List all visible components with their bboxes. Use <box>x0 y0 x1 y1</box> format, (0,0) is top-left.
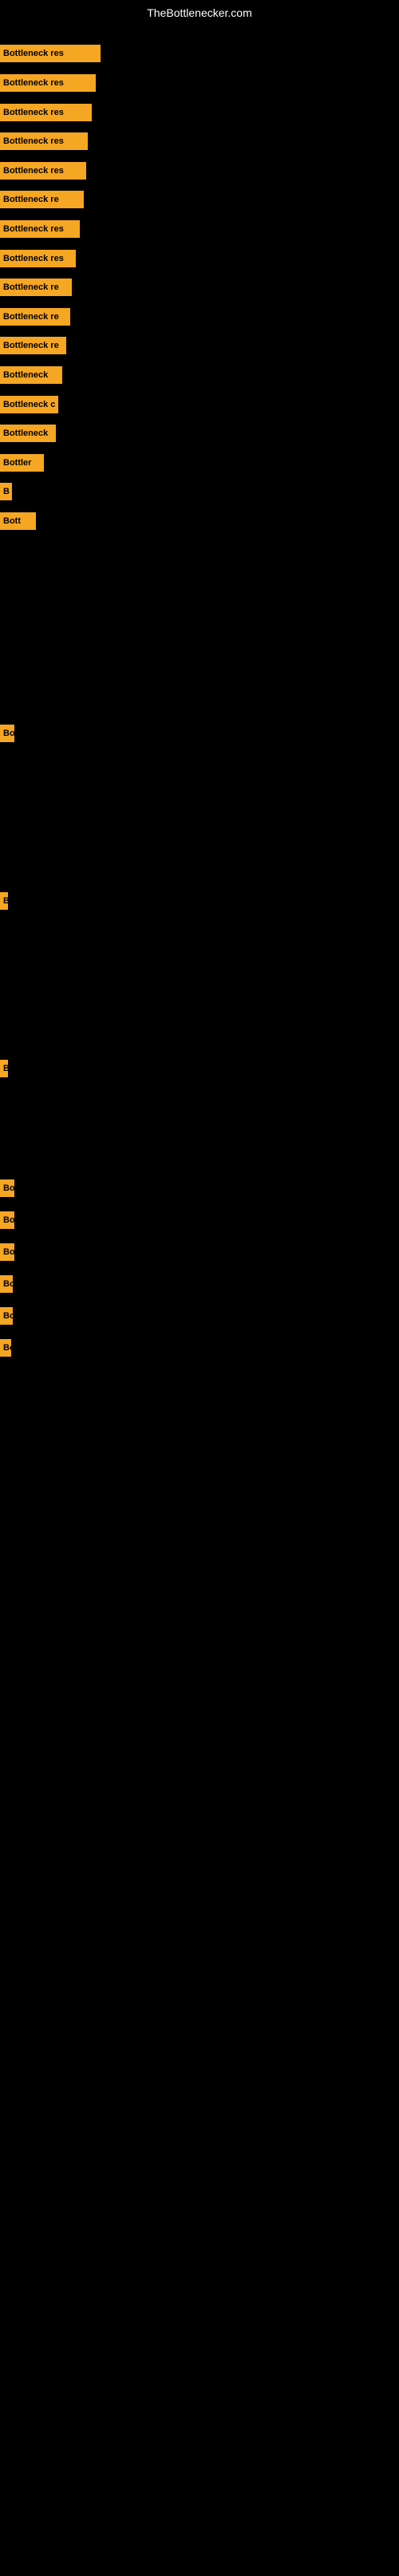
bar-item: Bottler <box>0 454 44 472</box>
bar-item: Bo <box>0 725 14 742</box>
bar-item: Bottleneck res <box>0 45 101 62</box>
bar-item: Bo <box>0 1243 14 1261</box>
bar-item: Bottleneck res <box>0 220 80 238</box>
bar-item: Bott <box>0 512 36 530</box>
bar-item: Bottleneck re <box>0 308 70 326</box>
site-title: TheBottlenecker.com <box>0 0 399 22</box>
bar-item: B <box>0 892 8 910</box>
bar-item: Bott <box>0 1307 13 1325</box>
bar-item: Bo <box>0 1211 14 1229</box>
bar-item: B <box>0 483 12 500</box>
bar-item: Bottleneck <box>0 366 62 384</box>
bar-item: Bottleneck re <box>0 279 72 296</box>
bar-item: Bottleneck c <box>0 396 58 413</box>
bar-item: Bo <box>0 1339 11 1357</box>
bar-item: Bottleneck res <box>0 250 76 267</box>
bar-item: Bottleneck re <box>0 191 84 208</box>
bar-item: Bottleneck res <box>0 104 92 121</box>
bar-item: B <box>0 1060 8 1077</box>
bar-item: Bottleneck <box>0 425 56 442</box>
bar-item: Bott <box>0 1275 13 1293</box>
bar-item: Bottleneck re <box>0 337 66 354</box>
bar-item: Bottleneck res <box>0 162 86 180</box>
bar-item: Bottleneck res <box>0 132 88 150</box>
bar-item: Bo <box>0 1179 14 1197</box>
bar-item: Bottleneck res <box>0 74 96 92</box>
